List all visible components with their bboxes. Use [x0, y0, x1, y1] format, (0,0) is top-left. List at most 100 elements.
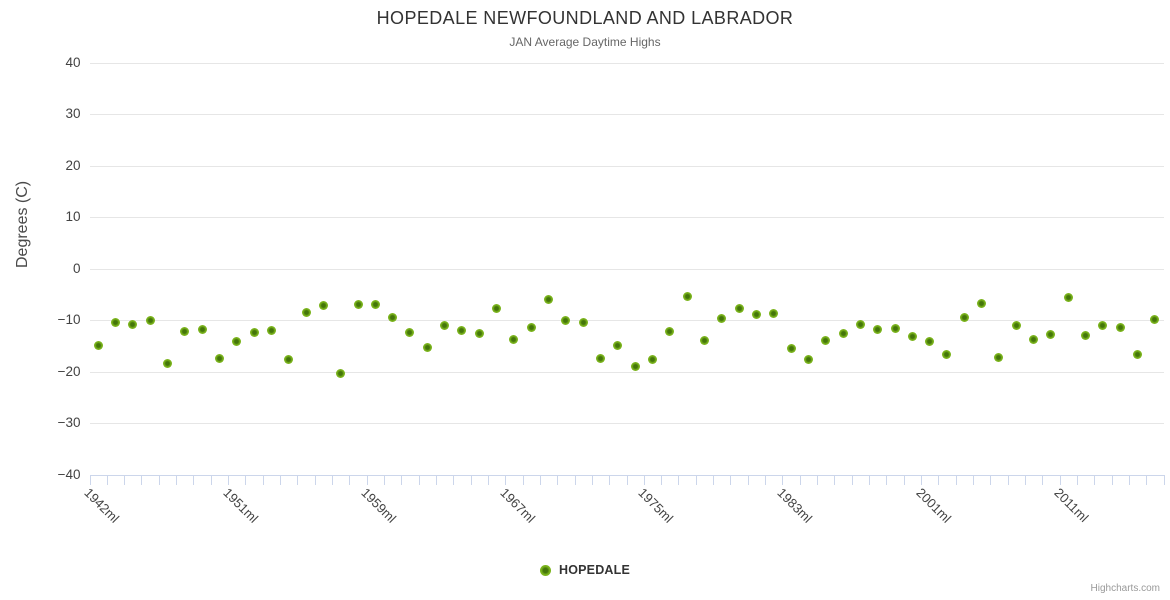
y-gridline	[90, 372, 1164, 373]
scatter-point[interactable]	[683, 292, 692, 301]
chart-subtitle: JAN Average Daytime Highs	[0, 35, 1170, 49]
scatter-point[interactable]	[735, 304, 744, 313]
scatter-point[interactable]	[908, 332, 917, 341]
x-axis-tick	[921, 475, 922, 485]
scatter-point[interactable]	[457, 326, 466, 335]
scatter-point[interactable]	[475, 329, 484, 338]
scatter-point[interactable]	[873, 325, 882, 334]
scatter-point[interactable]	[977, 299, 986, 308]
scatter-point[interactable]	[752, 310, 761, 319]
legend-series-label: HOPEDALE	[559, 563, 630, 577]
x-axis-tick	[1164, 475, 1165, 485]
y-axis-tick-label: −40	[11, 468, 81, 482]
scatter-point[interactable]	[509, 335, 518, 344]
chart-title: HOPEDALE NEWFOUNDLAND AND LABRADOR	[0, 8, 1170, 29]
scatter-point[interactable]	[215, 354, 224, 363]
x-axis-tick	[730, 475, 731, 485]
scatter-point[interactable]	[942, 350, 951, 359]
scatter-point[interactable]	[128, 320, 137, 329]
scatter-point[interactable]	[891, 324, 900, 333]
x-axis-tick	[1112, 475, 1113, 485]
scatter-point[interactable]	[648, 355, 657, 364]
scatter-point[interactable]	[631, 362, 640, 371]
scatter-point[interactable]	[769, 309, 778, 318]
scatter-point[interactable]	[700, 336, 709, 345]
x-axis-tick	[349, 475, 350, 485]
scatter-point[interactable]	[579, 318, 588, 327]
y-axis-tick-label: −30	[11, 416, 81, 430]
scatter-point[interactable]	[613, 341, 622, 350]
scatter-point[interactable]	[1098, 321, 1107, 330]
x-axis-tick	[90, 475, 91, 485]
scatter-point[interactable]	[146, 316, 155, 325]
scatter-point[interactable]	[302, 308, 311, 317]
scatter-point[interactable]	[250, 328, 259, 337]
scatter-point[interactable]	[994, 353, 1003, 362]
y-axis-tick-label: 20	[11, 159, 81, 173]
x-axis-category-label: 2011ml	[1052, 485, 1092, 525]
x-axis-tick	[748, 475, 749, 485]
scatter-point[interactable]	[1150, 315, 1159, 324]
x-axis-tick	[644, 475, 645, 485]
y-axis-tick-label: 40	[11, 56, 81, 70]
x-axis-tick	[592, 475, 593, 485]
x-axis-tick	[1077, 475, 1078, 485]
scatter-point[interactable]	[1133, 350, 1142, 359]
scatter-point[interactable]	[319, 301, 328, 310]
scatter-point[interactable]	[405, 328, 414, 337]
scatter-point[interactable]	[1046, 330, 1055, 339]
scatter-point[interactable]	[94, 341, 103, 350]
x-axis-tick	[193, 475, 194, 485]
scatter-point[interactable]	[1081, 331, 1090, 340]
x-axis-tick	[401, 475, 402, 485]
scatter-point[interactable]	[336, 369, 345, 378]
highcharts-credits-link[interactable]: Highcharts.com	[1091, 583, 1160, 594]
scatter-point[interactable]	[232, 337, 241, 346]
scatter-point[interactable]	[423, 343, 432, 352]
x-axis-category-label: 1983ml	[774, 485, 815, 526]
scatter-point[interactable]	[492, 304, 501, 313]
x-axis-tick	[956, 475, 957, 485]
scatter-point[interactable]	[111, 318, 120, 327]
x-axis-tick	[263, 475, 264, 485]
x-axis-tick	[990, 475, 991, 485]
scatter-point[interactable]	[960, 313, 969, 322]
scatter-point[interactable]	[1012, 321, 1021, 330]
scatter-point[interactable]	[527, 323, 536, 332]
scatter-point[interactable]	[284, 355, 293, 364]
scatter-point[interactable]	[804, 355, 813, 364]
scatter-point[interactable]	[561, 316, 570, 325]
scatter-point[interactable]	[371, 300, 380, 309]
scatter-point[interactable]	[1064, 293, 1073, 302]
x-axis-tick	[280, 475, 281, 485]
x-axis-category-label: 1967ml	[497, 485, 538, 526]
x-axis-tick	[575, 475, 576, 485]
scatter-point[interactable]	[925, 337, 934, 346]
scatter-point[interactable]	[839, 329, 848, 338]
scatter-point[interactable]	[665, 327, 674, 336]
scatter-point[interactable]	[388, 313, 397, 322]
scatter-point[interactable]	[544, 295, 553, 304]
scatter-point[interactable]	[163, 359, 172, 368]
scatter-point[interactable]	[787, 344, 796, 353]
y-axis-tick-label: −10	[11, 313, 81, 327]
x-axis-tick	[228, 475, 229, 485]
scatter-point[interactable]	[717, 314, 726, 323]
scatter-point[interactable]	[440, 321, 449, 330]
scatter-point[interactable]	[180, 327, 189, 336]
x-axis-tick	[696, 475, 697, 485]
scatter-point[interactable]	[821, 336, 830, 345]
scatter-point[interactable]	[856, 320, 865, 329]
x-axis-tick	[904, 475, 905, 485]
scatter-point[interactable]	[1116, 323, 1125, 332]
scatter-point[interactable]	[354, 300, 363, 309]
y-gridline	[90, 166, 1164, 167]
scatter-point[interactable]	[596, 354, 605, 363]
y-gridline	[90, 423, 1164, 424]
scatter-point[interactable]	[267, 326, 276, 335]
scatter-point[interactable]	[198, 325, 207, 334]
x-axis-tick	[678, 475, 679, 485]
scatter-point[interactable]	[1029, 335, 1038, 344]
legend[interactable]: HOPEDALE	[0, 563, 1170, 577]
x-axis-tick	[1008, 475, 1009, 485]
